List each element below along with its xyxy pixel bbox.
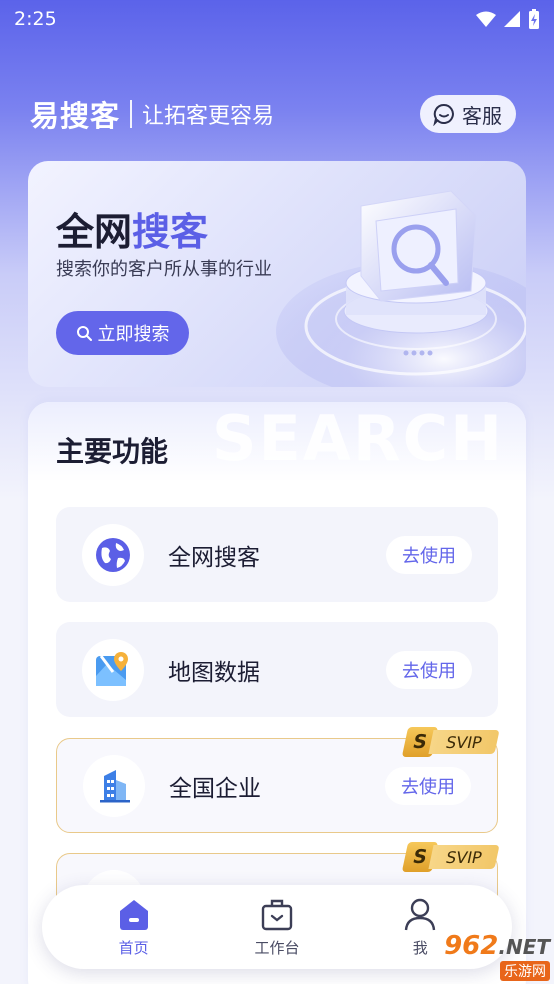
search-now-label: 立即搜索 [97, 324, 170, 345]
search-now-button[interactable]: 立即搜索 [56, 311, 189, 355]
building-icon [100, 769, 130, 802]
brand-name: 易搜客 [30, 99, 121, 133]
briefcase-icon [261, 899, 293, 930]
function-label: 全国企业 [169, 775, 261, 802]
svip-badge: S SVIP [401, 842, 500, 872]
use-button[interactable]: 去使用 [386, 650, 472, 689]
globe-icon [96, 537, 130, 572]
system-icons [476, 9, 540, 29]
svip-text: SVIP [428, 730, 500, 754]
search-icon [76, 326, 92, 341]
customer-service-button[interactable]: 客服 [420, 95, 516, 133]
hero-subtitle: 搜索你的客户所从事的行业 [56, 259, 272, 280]
chat-bubble-icon [433, 103, 454, 126]
tab-home-label: 首页 [118, 938, 149, 957]
watermark-domain: .NET [498, 935, 550, 959]
home-icon [119, 899, 148, 930]
wifi-icon [476, 11, 496, 27]
site-watermark-logo: 962.NET 乐游网 [412, 932, 550, 981]
tab-workbench-label: 工作台 [254, 938, 300, 957]
status-time: 2:25 [14, 8, 57, 30]
hero-banner[interactable]: 全网搜客 搜索你的客户所从事的行业 立即搜索 [28, 161, 526, 387]
card-header: SEARCH 主要功能 [28, 402, 526, 482]
tab-home[interactable]: 首页 [89, 897, 179, 958]
tab-workbench[interactable]: 工作台 [232, 897, 322, 958]
customer-service-label: 客服 [462, 103, 502, 128]
card-watermark: SEARCH [211, 402, 504, 475]
hero-title: 全网搜客 [56, 201, 208, 256]
app-header: 易搜客 让拓客更容易 客服 [30, 92, 516, 136]
header-divider [130, 100, 133, 128]
battery-icon [529, 9, 539, 29]
svip-text: SVIP [428, 845, 500, 869]
use-button[interactable]: 去使用 [385, 766, 471, 805]
card-title: 主要功能 [56, 435, 169, 468]
function-label: 地图数据 [168, 659, 260, 686]
function-label: 全网搜客 [168, 544, 260, 571]
watermark-main: 962.NET [444, 932, 550, 961]
map-pin-icon [96, 651, 128, 686]
status-bar: 2:25 [0, 0, 554, 38]
brand-slogan: 让拓客更容易 [142, 104, 275, 129]
watermark-number: 962 [444, 931, 499, 961]
hero-title-prefix: 全网 [56, 210, 133, 254]
function-item-web-search[interactable]: 全网搜客 去使用 [56, 507, 498, 602]
func-icon-wrap [82, 638, 144, 701]
func-icon-wrap [83, 754, 145, 817]
function-item-map-data[interactable]: 地图数据 去使用 [56, 622, 498, 717]
hero-title-accent: 搜客 [132, 210, 209, 254]
svip-badge: S SVIP [401, 727, 500, 757]
search-illustration [276, 190, 526, 387]
use-button[interactable]: 去使用 [386, 535, 472, 574]
signal-icon [504, 11, 520, 27]
user-icon [405, 898, 436, 930]
func-icon-wrap [82, 523, 144, 586]
watermark-sub: 乐游网 [500, 961, 550, 981]
function-item-national-enterprises[interactable]: S SVIP 全国企业 去使用 [56, 727, 500, 833]
